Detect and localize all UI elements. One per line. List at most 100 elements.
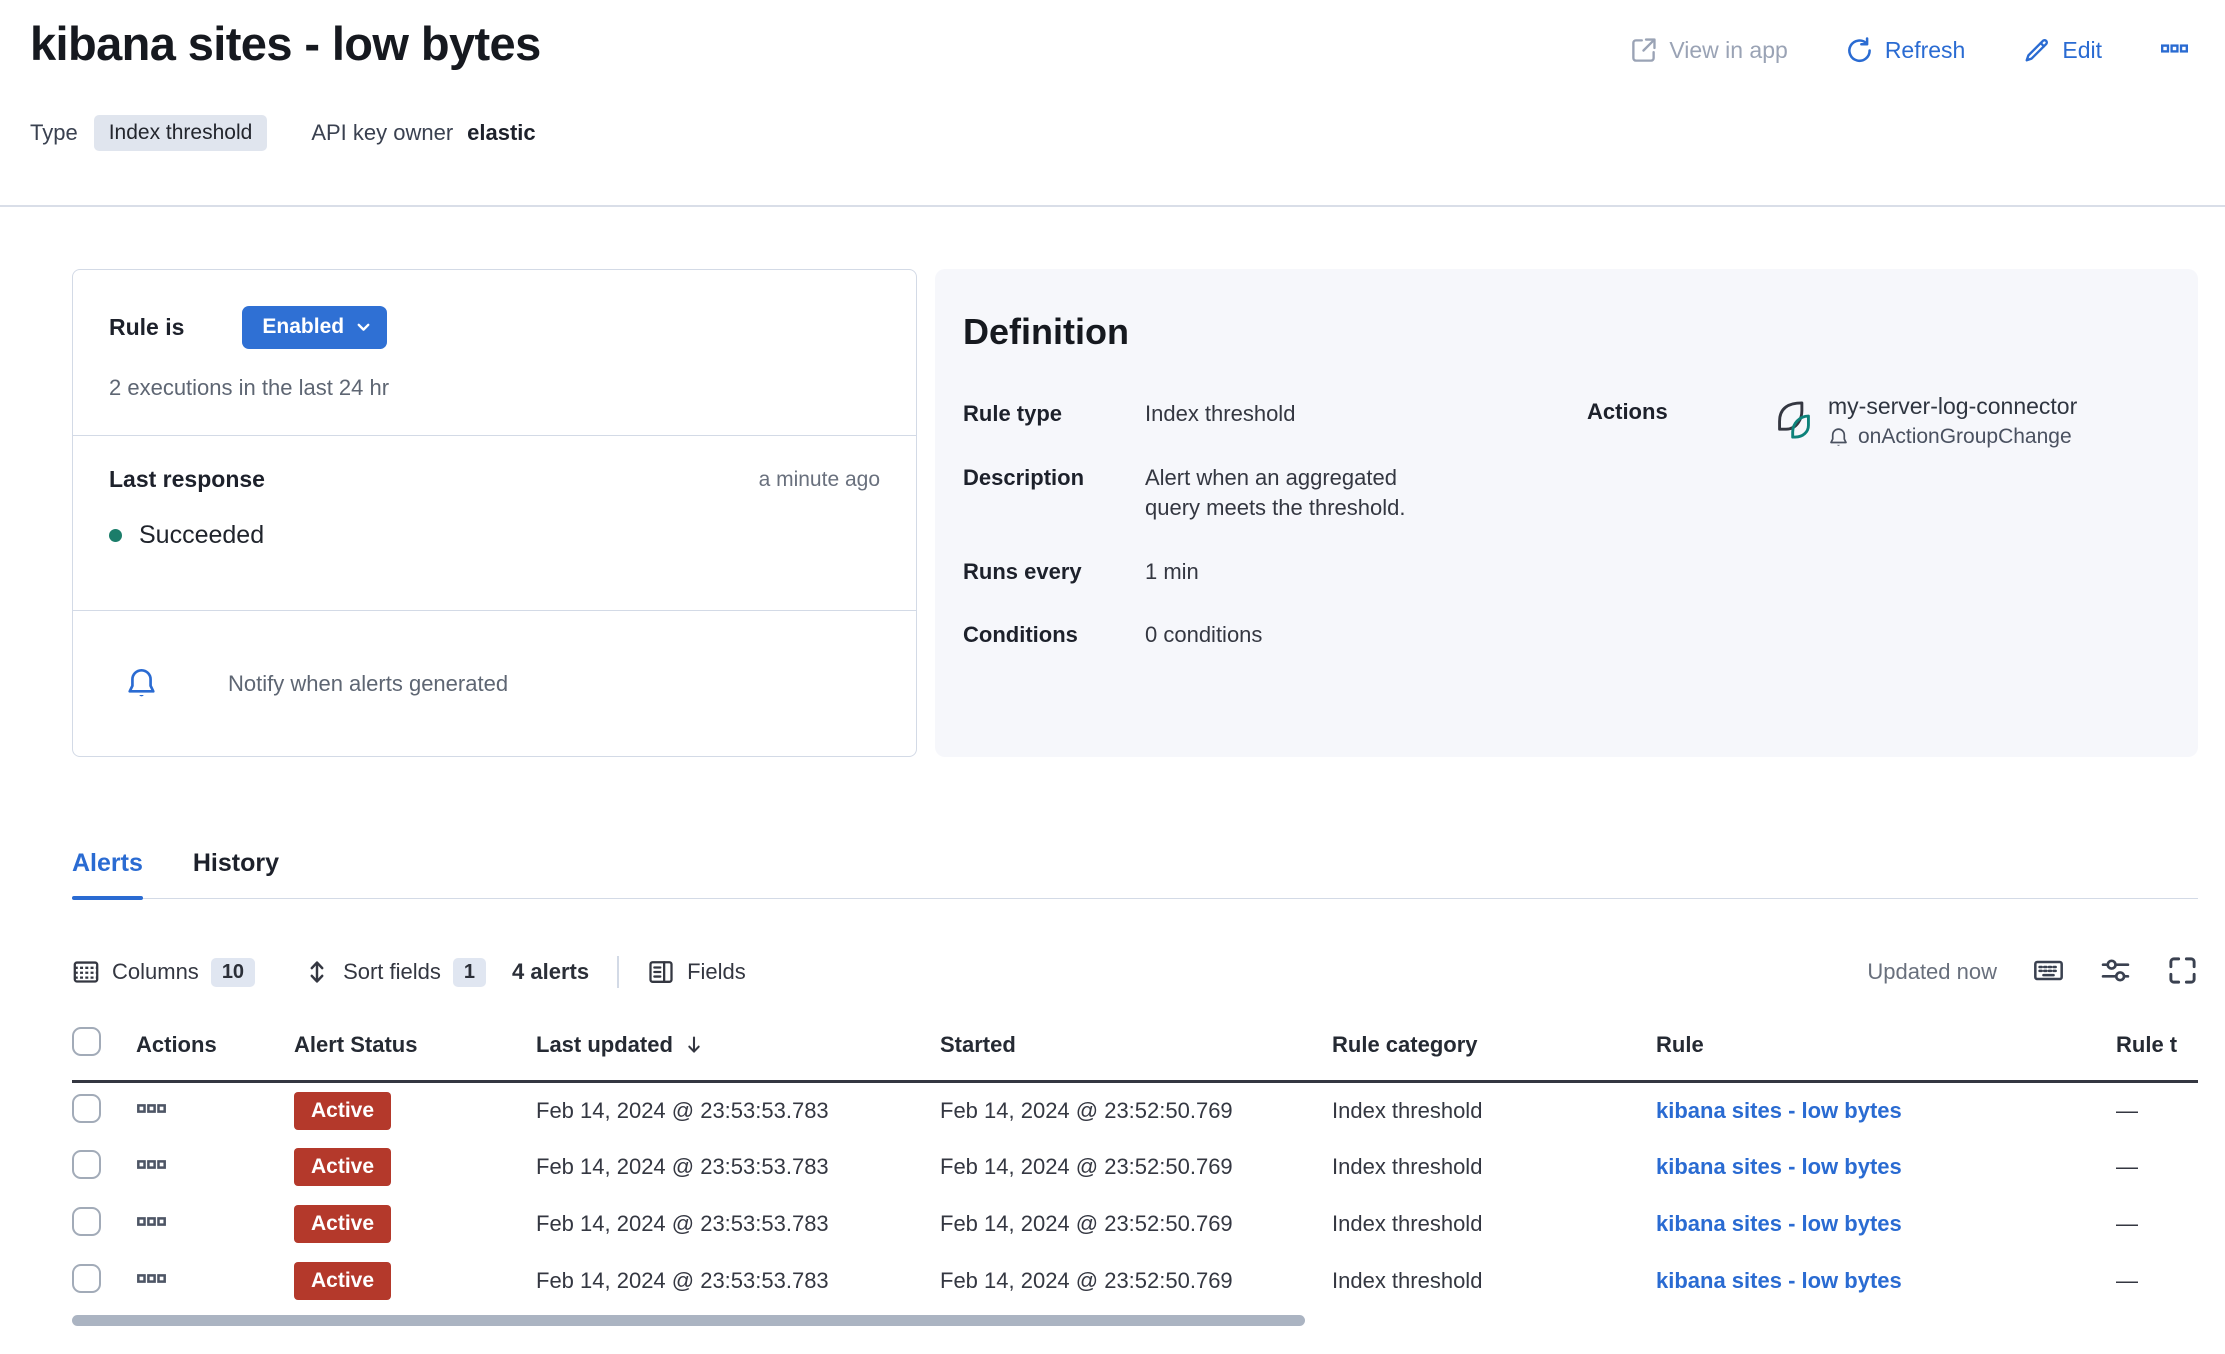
sort-down-icon — [688, 1036, 700, 1053]
fullscreen-icon — [2169, 957, 2196, 985]
conditions-label: Conditions — [963, 622, 1078, 648]
definition-actions: Actions my-server-log-connector onAction… — [1587, 393, 2077, 449]
rule-link[interactable]: kibana sites - low bytes — [1656, 1098, 1902, 1123]
boxes-horizontal-icon — [2160, 44, 2189, 53]
refresh-button[interactable]: Refresh — [1846, 36, 1966, 64]
page-title: kibana sites - low bytes — [30, 17, 541, 70]
last-updated-cell: Feb 14, 2024 @ 23:53:53.783 — [536, 1211, 829, 1237]
executions-summary: 2 executions in the last 24 hr — [109, 375, 390, 401]
tab-alerts[interactable]: Alerts — [72, 849, 143, 901]
connector-trigger: onActionGroupChange — [1858, 425, 2072, 449]
rule-link[interactable]: kibana sites - low bytes — [1656, 1268, 1902, 1293]
horizontal-scrollbar — [72, 1314, 2198, 1326]
updated-now-text: Updated now — [1867, 959, 1997, 985]
tab-history[interactable]: History — [193, 849, 279, 898]
rule-type-label: Rule type — [963, 401, 1063, 427]
alert-status-badge: Active — [294, 1205, 392, 1244]
rule-state-section: Rule is Enabled 2 executions in the last… — [73, 270, 916, 435]
alerts-count: 4 alerts — [512, 959, 590, 985]
alerts-table: Actions Alert Status Last updated Starte… — [72, 1015, 2198, 1310]
table-row: Active Feb 14, 2024 @ 23:53:53.783 Feb 1… — [72, 1082, 2198, 1139]
display-options-button[interactable] — [2100, 955, 2131, 989]
rule-tags-cell: — — [2116, 1154, 2138, 1180]
rule-category-cell: Index threshold — [1332, 1098, 1483, 1124]
started-cell: Feb 14, 2024 @ 23:52:50.769 — [940, 1211, 1233, 1237]
sliders-icon — [2101, 959, 2130, 982]
refresh-label: Refresh — [1884, 36, 1966, 63]
actions-label: Actions — [1587, 399, 1668, 425]
notify-text: Notify when alerts generated — [228, 670, 509, 696]
view-in-app-label: View in app — [1669, 36, 1788, 63]
row-checkbox[interactable] — [72, 1263, 101, 1293]
row-actions-menu-icon[interactable] — [136, 1093, 167, 1130]
header-actions-col: Actions — [136, 1015, 294, 1084]
edit-button[interactable]: Edit — [2023, 37, 2102, 64]
rule-enabled-dropdown[interactable]: Enabled — [242, 306, 388, 350]
sort-fields-button[interactable]: Sort fields 1 — [303, 957, 487, 987]
columns-button[interactable]: Columns 10 — [72, 957, 256, 987]
last-updated-cell: Feb 14, 2024 @ 23:53:53.783 — [536, 1154, 829, 1180]
header-last-updated-col[interactable]: Last updated — [536, 1015, 940, 1084]
tabs: Alerts History — [72, 849, 2198, 901]
rule-tags-cell: — — [2116, 1211, 2138, 1237]
fullscreen-button[interactable] — [2167, 955, 2198, 989]
row-checkbox[interactable] — [72, 1093, 101, 1123]
last-response-label: Last response — [109, 466, 265, 493]
runs-every-value: 1 min — [1145, 558, 1199, 584]
rule-category-cell: Index threshold — [1332, 1268, 1483, 1294]
fields-label: Fields — [687, 959, 746, 985]
bell-icon — [1830, 428, 1847, 446]
started-cell: Feb 14, 2024 @ 23:52:50.769 — [940, 1268, 1233, 1294]
description-value: Alert when an aggregated query meets the… — [1145, 465, 1406, 520]
sortable-icon — [310, 961, 324, 984]
definition-grid: Rule type Index threshold Description Al… — [963, 399, 1537, 649]
table-header-row: Actions Alert Status Last updated Starte… — [72, 1015, 2198, 1084]
summary-panels: Rule is Enabled 2 executions in the last… — [72, 269, 2198, 758]
success-dot-icon — [109, 529, 122, 543]
chevron-down-icon — [357, 323, 370, 331]
pencil-icon — [2025, 38, 2049, 61]
alerts-grid-toolbar: Columns 10 Sort fields 1 4 alerts Fields… — [72, 955, 2198, 989]
api-key-owner-value: elastic — [467, 120, 536, 146]
toolbar-divider — [617, 956, 620, 989]
table-row: Active Feb 14, 2024 @ 23:53:53.783 Feb 1… — [72, 1139, 2198, 1196]
notify-section: Notify when alerts generated — [73, 610, 916, 756]
view-in-app-button[interactable]: View in app — [1630, 37, 1788, 64]
scrollbar-thumb[interactable] — [72, 1314, 1305, 1326]
row-checkbox[interactable] — [72, 1206, 101, 1236]
row-actions-menu-icon[interactable] — [136, 1206, 167, 1243]
columns-label: Columns — [112, 959, 199, 985]
sort-fields-label: Sort fields — [343, 959, 441, 985]
columns-count-badge: 10 — [210, 957, 256, 987]
row-checkbox[interactable] — [72, 1149, 101, 1179]
rule-link[interactable]: kibana sites - low bytes — [1656, 1211, 1902, 1236]
header-rule-col: Rule — [1656, 1015, 2116, 1084]
fields-panel-icon — [649, 961, 673, 984]
rule-link[interactable]: kibana sites - low bytes — [1656, 1154, 1902, 1179]
rule-type-value: Index threshold — [1145, 401, 1296, 427]
page-header: kibana sites - low bytes View in app Ref… — [0, 0, 2225, 152]
last-updated-cell: Feb 14, 2024 @ 23:53:53.783 — [536, 1098, 829, 1124]
bell-icon — [128, 669, 155, 697]
definition-panel: Definition Rule type Index threshold Des… — [935, 269, 2198, 758]
fields-button[interactable]: Fields — [647, 958, 746, 986]
header-rule-tags-col: Rule t — [2116, 1015, 2198, 1084]
header-divider — [0, 205, 2225, 208]
alert-status-badge: Active — [294, 1092, 392, 1131]
runs-every-label: Runs every — [963, 558, 1082, 584]
rule-status-card: Rule is Enabled 2 executions in the last… — [72, 269, 917, 758]
external-link-icon — [1632, 37, 1656, 62]
more-actions-button[interactable] — [2160, 34, 2189, 66]
connector-block: my-server-log-connector onActionGroupCha… — [1773, 393, 2077, 449]
row-actions-menu-icon[interactable] — [136, 1263, 167, 1300]
rule-type-badge: Index threshold — [93, 115, 268, 152]
rule-meta-row: Type Index threshold API key owner elast… — [30, 115, 2189, 152]
alert-status-badge: Active — [294, 1262, 392, 1301]
row-actions-menu-icon[interactable] — [136, 1149, 167, 1186]
header-alert-status-col: Alert Status — [294, 1015, 536, 1084]
select-all-checkbox[interactable] — [72, 1027, 101, 1057]
rule-tags-cell: — — [2116, 1098, 2138, 1124]
rule-enabled-label: Enabled — [262, 315, 345, 339]
last-updated-cell: Feb 14, 2024 @ 23:53:53.783 — [536, 1268, 829, 1294]
keyboard-shortcuts-button[interactable] — [2033, 955, 2064, 989]
